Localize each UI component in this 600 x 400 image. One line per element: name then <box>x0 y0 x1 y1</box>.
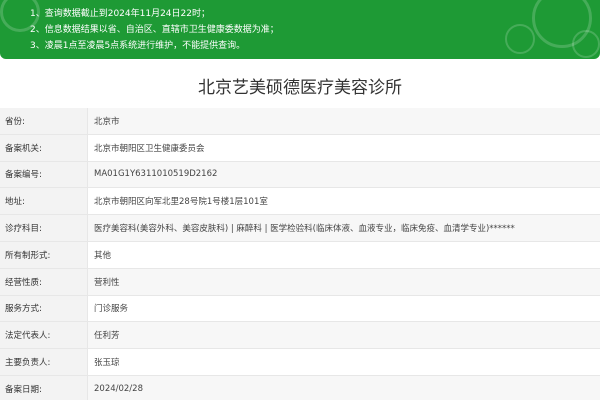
decorative-circle-icon <box>505 24 535 54</box>
field-label: 经营性质: <box>0 268 88 295</box>
field-label: 备案编号: <box>0 161 88 188</box>
table-row-business-nature: 经营性质: 营利性 <box>0 268 600 296</box>
field-label: 省份: <box>0 108 88 134</box>
table-row-service-mode: 服务方式: 门诊服务 <box>0 295 600 323</box>
field-value: 2024/02/28 <box>94 383 143 394</box>
notice-line-1: 1、查询数据截止到2024年11月24日22时； <box>30 9 210 19</box>
field-value: 医疗美容科(美容外科、美容皮肤科) | 麻醉科 | 医学检验科(临床体液、血液专… <box>94 224 515 235</box>
table-row-ownership: 所有制形式: 其他 <box>0 241 600 269</box>
table-row-record-date: 备案日期: 2024/02/28 <box>0 375 600 400</box>
field-value: 门诊服务 <box>94 304 129 315</box>
page-title: 北京艺美硕德医疗美容诊所 <box>198 78 402 98</box>
field-value: 任利芳 <box>94 331 120 342</box>
field-label: 主要负责人: <box>0 349 88 375</box>
field-label: 法定代表人: <box>0 322 88 349</box>
field-label: 诊疗科目: <box>0 215 88 241</box>
field-value: 北京市朝阳区向军北里28号院1号楼1层101室 <box>94 197 268 208</box>
table-row-address: 地址: 北京市朝阳区向军北里28号院1号楼1层101室 <box>0 188 600 216</box>
notice-line-3: 3、凌晨1点至凌晨5点系统进行维护，不能提供查询。 <box>30 41 246 51</box>
table-row-record-number: 备案编号: MA01G1Y6311010519D2162 <box>0 161 600 189</box>
field-label: 服务方式: <box>0 295 88 322</box>
record-table: 省份: 北京市 备案机关: 北京市朝阳区卫生健康委员会 备案编号: MA01G1… <box>0 108 600 400</box>
table-row-authority: 备案机关: 北京市朝阳区卫生健康委员会 <box>0 134 600 162</box>
table-row-departments: 诊疗科目: 医疗美容科(美容外科、美容皮肤科) | 麻醉科 | 医学检验科(临床… <box>0 215 600 242</box>
field-label: 所有制形式: <box>0 241 88 268</box>
field-label: 备案机关: <box>0 134 88 161</box>
table-row-principal: 主要负责人: 张玉琼 <box>0 349 600 376</box>
field-value: 张玉琼 <box>94 358 120 369</box>
notice-line-2: 2、信息数据结果以省、自治区、直辖市卫生健康委数据为准； <box>30 25 279 35</box>
page: 1、查询数据截止到2024年11月24日22时； 2、信息数据结果以省、自治区、… <box>0 0 600 400</box>
field-value: 其他 <box>94 250 112 261</box>
table-row-legal-representative: 法定代表人: 任利芳 <box>0 322 600 350</box>
field-value: MA01G1Y6311010519D2162 <box>94 169 218 180</box>
table-row-province: 省份: 北京市 <box>0 108 600 135</box>
field-value: 北京市 <box>94 116 120 127</box>
field-value: 北京市朝阳区卫生健康委员会 <box>94 143 205 154</box>
field-value: 营利性 <box>94 277 120 288</box>
decorative-circle-icon <box>572 30 600 58</box>
field-label: 地址: <box>0 188 88 215</box>
field-label: 备案日期: <box>0 375 88 400</box>
notice-banner: 1、查询数据截止到2024年11月24日22时； 2、信息数据结果以省、自治区、… <box>0 0 600 59</box>
